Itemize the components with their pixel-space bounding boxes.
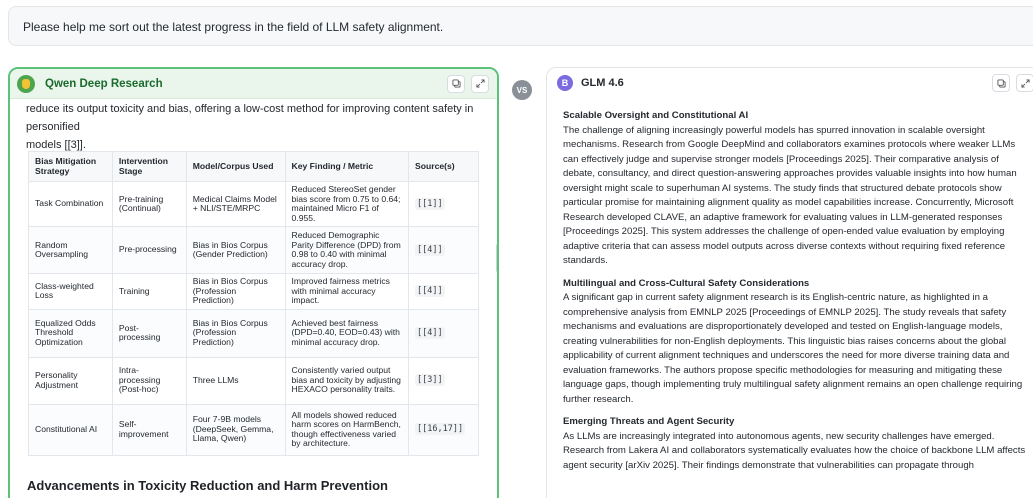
table-row: Class-weighted Loss Training Bias in Bio… bbox=[28, 273, 479, 310]
source-link[interactable]: [[3]] bbox=[415, 374, 445, 387]
table-row: Random Oversampling Pre-processing Bias … bbox=[28, 226, 479, 274]
cell-finding: All models showed reduced harm scores on… bbox=[284, 403, 410, 456]
cell-model: Bias in Bios Corpus (Profession Predicti… bbox=[185, 308, 286, 358]
cell-stage: Training bbox=[111, 273, 187, 310]
cell-stage: Pre-processing bbox=[111, 226, 187, 274]
section-heading: Scalable Oversight and Constitutional AI bbox=[563, 110, 749, 121]
section-heading: Advancements in Toxicity Reduction and H… bbox=[27, 478, 388, 493]
left-panel-title: Qwen Deep Research bbox=[45, 77, 163, 90]
table-row: Task Combination Pre-training (Continual… bbox=[28, 181, 479, 227]
cell-strategy: Class-weighted Loss bbox=[28, 273, 113, 310]
col-header-stage: Intervention Stage bbox=[111, 151, 187, 182]
left-response-panel[interactable]: Qwen Deep Research reduce its output tox… bbox=[8, 67, 499, 498]
cell-finding: Achieved best fairness (DPD=0.40, EOD=0.… bbox=[284, 308, 410, 358]
col-header-finding: Key Finding / Metric bbox=[284, 151, 410, 182]
right-response-panel[interactable]: B GLM 4.6 Scalable Oversight and Constit… bbox=[546, 67, 1033, 498]
cell-model: Three LLMs bbox=[185, 356, 286, 405]
col-header-strategy: Bias Mitigation Strategy bbox=[28, 151, 113, 182]
scrollbar-thumb[interactable] bbox=[496, 244, 497, 272]
copy-icon[interactable] bbox=[992, 74, 1010, 92]
section-paragraph: The challenge of aligning increasingly p… bbox=[563, 124, 1017, 267]
section-heading: Multilingual and Cross-Cultural Safety C… bbox=[563, 277, 810, 289]
col-header-source: Source(s) bbox=[408, 151, 479, 182]
prompt-text: Please help me sort out the latest progr… bbox=[23, 20, 444, 34]
col-header-model: Model/Corpus Used bbox=[185, 151, 286, 182]
source-link[interactable]: [[1]] bbox=[415, 197, 445, 210]
cell-strategy: Random Oversampling bbox=[28, 226, 113, 274]
qwen-avatar-icon bbox=[17, 74, 35, 93]
cell-stage: Post-processing bbox=[111, 308, 187, 358]
left-panel-content: reduce its output toxicity and bias, off… bbox=[26, 100, 488, 154]
section-paragraph: A significant gap in current safety alig… bbox=[563, 292, 1023, 405]
cell-stage: Self-improvement bbox=[111, 403, 187, 456]
vs-badge: VS bbox=[512, 80, 532, 100]
table-row: Constitutional AI Self-improvement Four … bbox=[28, 403, 479, 456]
cell-finding: Reduced StereoSet gender bias score from… bbox=[284, 181, 410, 227]
left-panel-header: Qwen Deep Research bbox=[10, 69, 497, 99]
table-row: Equalized Odds Threshold Optimization Po… bbox=[28, 308, 479, 358]
cell-strategy: Personality Adjustment bbox=[28, 356, 113, 405]
section-paragraph: As LLMs are increasingly integrated into… bbox=[563, 430, 1026, 471]
source-link[interactable]: [[4]] bbox=[415, 243, 445, 256]
cell-model: Medical Claims Model + NLI/STE/MRPC bbox=[185, 181, 286, 227]
cell-model: Four 7-9B models (DeepSeek, Gemma, Llama… bbox=[185, 403, 286, 456]
bias-mitigation-table: Bias Mitigation Strategy Intervention St… bbox=[28, 151, 479, 456]
cell-finding: Reduced Demographic Parity Difference (D… bbox=[284, 226, 410, 274]
copy-icon[interactable] bbox=[447, 74, 465, 93]
expand-icon[interactable] bbox=[471, 74, 489, 93]
cell-finding: Consistently varied output bias and toxi… bbox=[284, 356, 410, 405]
source-link[interactable]: [[4]] bbox=[415, 285, 445, 297]
right-panel-title: GLM 4.6 bbox=[581, 77, 624, 89]
cell-strategy: Equalized Odds Threshold Optimization bbox=[28, 308, 113, 358]
section-heading: Emerging Threats and Agent Security bbox=[563, 416, 735, 427]
prompt-bar: Please help me sort out the latest progr… bbox=[8, 6, 1033, 46]
right-panel-content: Scalable Oversight and Constitutional AI… bbox=[563, 109, 1033, 481]
cell-model: Bias in Bios Corpus (Gender Prediction) bbox=[185, 226, 286, 274]
expand-icon[interactable] bbox=[1016, 74, 1033, 92]
source-link[interactable]: [[16,17]] bbox=[415, 423, 466, 436]
intro-line-1: reduce its output toxicity and bias, off… bbox=[26, 103, 474, 133]
glm-avatar-icon: B bbox=[557, 75, 573, 91]
cell-stage: Pre-training (Continual) bbox=[111, 181, 187, 227]
cell-finding: Improved fairness metrics with minimal a… bbox=[284, 273, 410, 310]
cell-strategy: Task Combination bbox=[28, 181, 113, 227]
source-link[interactable]: [[4]] bbox=[415, 326, 445, 339]
cell-strategy: Constitutional AI bbox=[28, 403, 113, 456]
cell-model: Bias in Bios Corpus (Profession Predicti… bbox=[185, 273, 286, 310]
right-panel-header: B GLM 4.6 bbox=[547, 68, 1033, 98]
cell-stage: Intra-processing (Post-hoc) bbox=[111, 356, 187, 405]
table-header-row: Bias Mitigation Strategy Intervention St… bbox=[28, 151, 479, 182]
table-row: Personality Adjustment Intra-processing … bbox=[28, 356, 479, 405]
